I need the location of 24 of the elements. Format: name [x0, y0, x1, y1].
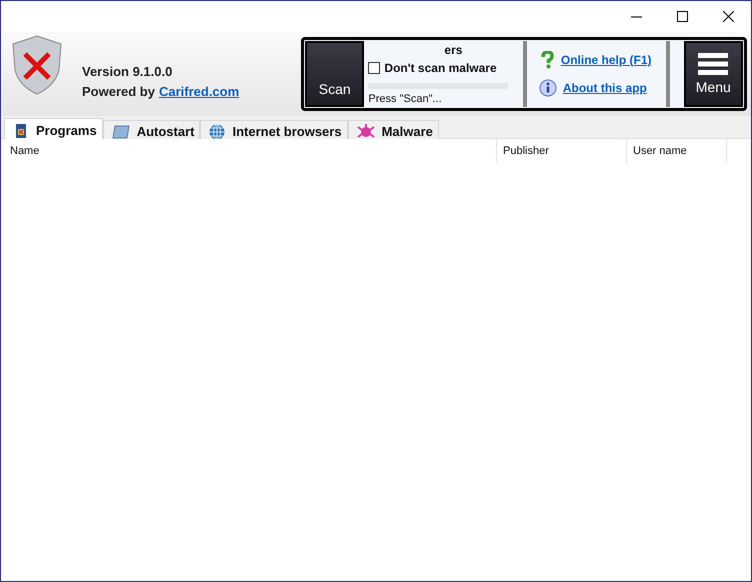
minimize-icon	[630, 16, 642, 18]
box-icon	[13, 122, 29, 138]
globe-icon	[209, 124, 226, 140]
column-header[interactable]: Name	[1, 139, 497, 163]
website-link[interactable]: Carifred.com	[158, 84, 240, 99]
scan-button[interactable]: Scan	[305, 41, 364, 107]
option-label: ers	[443, 42, 464, 59]
close-icon	[722, 11, 734, 22]
menu-icon	[698, 53, 728, 75]
question-mark-icon	[538, 51, 555, 69]
shield-logo-icon	[11, 34, 63, 96]
column-header[interactable]: Publisher	[497, 139, 627, 163]
checkbox[interactable]	[368, 62, 380, 74]
menu-button[interactable]: Menu	[684, 41, 743, 107]
help-link[interactable]: Online help (F1)	[560, 53, 652, 67]
version-text: Version 9.1.0.0	[82, 63, 174, 81]
checkbox-label: Don't scan malware	[384, 61, 497, 75]
help-link[interactable]: About this app	[562, 81, 647, 95]
maximize-icon	[676, 11, 688, 22]
column-header[interactable]: User name	[627, 139, 727, 163]
status-text: Press "Scan"...	[368, 93, 443, 105]
info-icon	[538, 79, 557, 97]
bug-icon	[356, 124, 375, 140]
powered-by-text: Powered by	[82, 84, 155, 99]
